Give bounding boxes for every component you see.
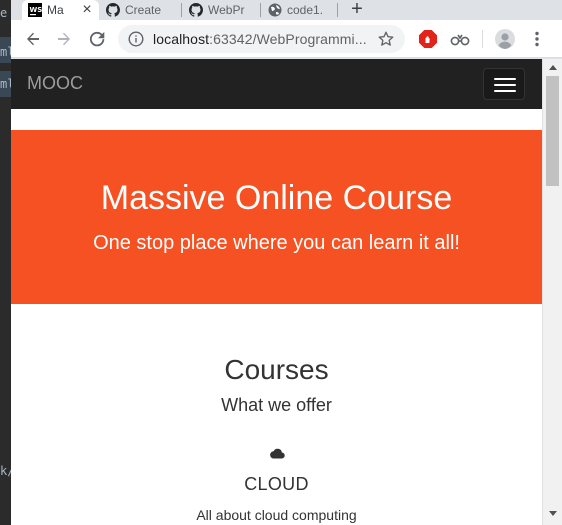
tab-label: code1. xyxy=(287,3,324,17)
url-path: :63342/WebProgrammi... xyxy=(209,31,367,47)
courses-heading: Courses xyxy=(224,354,329,385)
ide-text-fragment: k/ xyxy=(0,464,11,478)
bookmark-star-icon[interactable] xyxy=(377,30,395,48)
hero-subtitle: One stop place where you can learn it al… xyxy=(93,232,460,254)
reload-button[interactable] xyxy=(86,28,108,50)
tab-label: WebPr xyxy=(208,3,245,17)
tab-webprogramming[interactable]: WebPr xyxy=(183,0,260,20)
toolbar-divider xyxy=(482,30,483,48)
hamburger-line xyxy=(494,90,516,92)
scroll-down-arrow-icon xyxy=(548,510,557,516)
forward-button[interactable] xyxy=(53,28,75,50)
navbar-toggle-button[interactable] xyxy=(483,68,525,100)
avatar-icon xyxy=(495,29,515,49)
new-tab-button[interactable]: + xyxy=(347,0,367,19)
adblock-extension-button[interactable] xyxy=(417,28,439,50)
ide-text-fragment: ml xyxy=(0,77,11,91)
tab-separator xyxy=(337,3,338,17)
tab-separator xyxy=(181,3,182,17)
back-arrow-icon xyxy=(27,32,39,46)
browser-window: WS Ma × Create WebPr code1. + localhost:… xyxy=(11,0,562,525)
tab-code1[interactable]: code1. xyxy=(262,0,336,20)
course-description: All about cloud computing xyxy=(196,507,357,523)
browser-toolbar: localhost:63342/WebProgrammi... xyxy=(11,20,562,58)
site-navbar: MOOC xyxy=(11,59,542,109)
ide-window-strip: e ml ml k/ xyxy=(0,0,11,525)
url-text[interactable]: localhost:63342/WebProgrammi... xyxy=(153,31,367,47)
tab-label: Ma xyxy=(47,3,64,17)
adblock-icon xyxy=(419,30,437,48)
info-icon[interactable] xyxy=(128,31,144,47)
hero-title: Massive Online Course xyxy=(100,179,453,217)
kebab-menu-icon xyxy=(535,31,539,47)
reload-icon xyxy=(89,31,105,47)
svg-text:WS: WS xyxy=(30,6,43,14)
back-button[interactable] xyxy=(22,28,44,50)
tab-active[interactable]: WS Ma × xyxy=(22,0,99,20)
menu-button[interactable] xyxy=(526,28,548,50)
extension-icon xyxy=(450,34,470,46)
address-bar[interactable]: localhost:63342/WebProgrammi... xyxy=(118,25,405,53)
globe-icon xyxy=(268,3,282,17)
hero-banner: Massive Online Course One stop place whe… xyxy=(11,130,542,304)
extension-button[interactable] xyxy=(449,28,471,50)
ide-text-fragment: e xyxy=(0,6,8,20)
courses-subheading: What we offer xyxy=(221,395,332,415)
tab-close-button[interactable]: × xyxy=(79,2,95,18)
hamburger-line xyxy=(494,84,516,86)
tab-label: Create xyxy=(125,3,162,17)
tab-separator xyxy=(260,3,261,17)
course-title: CLOUD xyxy=(244,474,309,494)
brand-link[interactable]: MOOC xyxy=(27,73,83,94)
hamburger-line xyxy=(494,78,516,80)
tab-strip: WS Ma × Create WebPr code1. + xyxy=(11,0,562,20)
github-icon xyxy=(106,3,120,17)
url-host: localhost xyxy=(153,31,210,47)
scroll-up-arrow-icon xyxy=(548,64,557,70)
profile-button[interactable] xyxy=(494,28,516,50)
scrollbar-thumb[interactable] xyxy=(546,76,559,186)
page-viewport: MOOC Massive Online Course One stop plac… xyxy=(11,59,542,525)
webstorm-icon: WS xyxy=(28,3,42,17)
ide-text-fragment: ml xyxy=(0,45,11,59)
vertical-scrollbar[interactable] xyxy=(542,59,562,525)
cloud-icon xyxy=(270,448,285,459)
scroll-up-button[interactable] xyxy=(543,60,562,74)
scroll-down-button[interactable] xyxy=(543,506,562,520)
forward-arrow-icon xyxy=(58,32,70,46)
tab-create[interactable]: Create xyxy=(100,0,180,20)
github-icon xyxy=(189,3,203,17)
